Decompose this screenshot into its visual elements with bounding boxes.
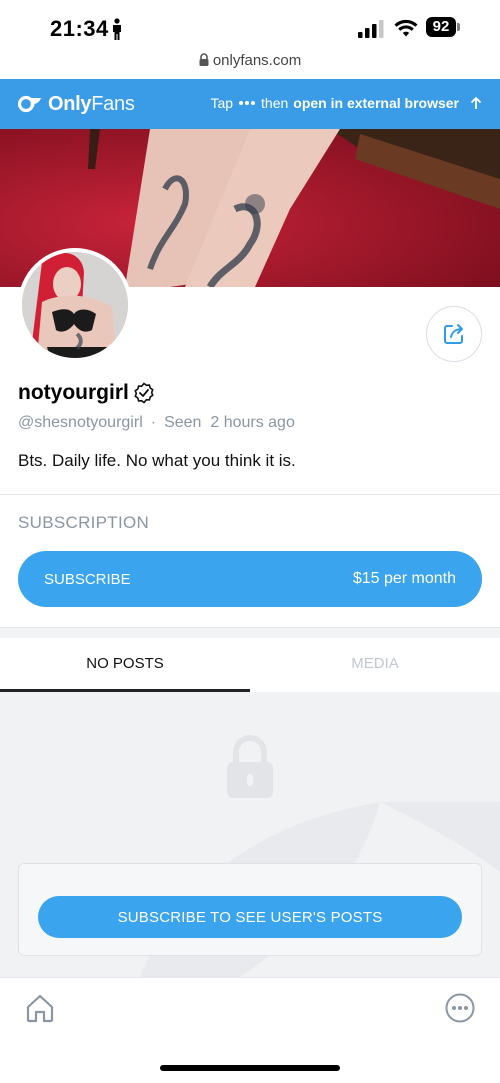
tab-posts[interactable]: NO POSTS xyxy=(0,637,250,692)
battery-level: 92 xyxy=(426,17,456,37)
brand-only: Only xyxy=(48,92,92,115)
padlock-icon xyxy=(227,735,273,798)
tab-media[interactable]: MEDIA xyxy=(250,637,500,692)
tip-middle: then xyxy=(261,95,289,111)
subscribe-button[interactable]: SUBSCRIBE $15 per month xyxy=(18,551,482,607)
url-text: onlyfans.com xyxy=(212,52,302,69)
person-icon xyxy=(113,18,121,40)
brand-fans: Fans xyxy=(91,92,135,115)
subscribe-price: $15 per month xyxy=(352,570,456,587)
subscription-heading: SUBSCRIPTION xyxy=(18,513,150,532)
battery-indicator: 92 xyxy=(426,17,460,39)
profile-name: notyourgirl xyxy=(18,381,155,405)
share-icon xyxy=(444,324,463,344)
home-indicator[interactable] xyxy=(160,1065,340,1071)
signal-icon xyxy=(358,20,384,38)
status-time: 21:34 xyxy=(50,16,109,41)
content-tabs: NO POSTS MEDIA xyxy=(0,637,500,693)
tip-prefix: Tap xyxy=(210,95,234,111)
onlyfans-logo[interactable]: OnlyFans xyxy=(18,91,135,117)
divider xyxy=(0,494,500,495)
verified-icon xyxy=(134,382,154,404)
status-bar: 21:34 92 xyxy=(0,0,500,56)
open-external-tip[interactable]: Tap then open in external browser xyxy=(210,95,482,111)
more-icon[interactable] xyxy=(444,992,476,1024)
dots-icon xyxy=(239,101,256,105)
subscribe-to-see-posts-button[interactable]: SUBSCRIBE TO SEE USER'S POSTS xyxy=(38,896,462,938)
app-banner: OnlyFans Tap then open in external brows… xyxy=(0,79,500,129)
display-name: notyourgirl xyxy=(18,381,129,404)
browser-url-bar[interactable]: onlyfans.com xyxy=(0,52,500,78)
seen-label: Seen xyxy=(164,414,202,431)
home-icon[interactable] xyxy=(24,992,56,1024)
subscribe-label: SUBSCRIBE xyxy=(44,570,131,588)
username: @shesnotyourgirl xyxy=(18,414,143,431)
profile-meta: @shesnotyourgirl · Seen 2 hours ago xyxy=(18,414,295,431)
seen-time: 2 hours ago xyxy=(210,414,295,431)
wifi-icon xyxy=(394,19,418,37)
of-logo-icon xyxy=(18,95,41,113)
share-button[interactable] xyxy=(426,306,482,362)
profile-bio: Bts. Daily life. No what you think it is… xyxy=(18,451,296,470)
lock-icon xyxy=(199,53,209,66)
profile-avatar[interactable] xyxy=(18,248,132,362)
tip-action: open in external browser xyxy=(293,95,459,111)
arrow-up-icon xyxy=(470,96,482,109)
